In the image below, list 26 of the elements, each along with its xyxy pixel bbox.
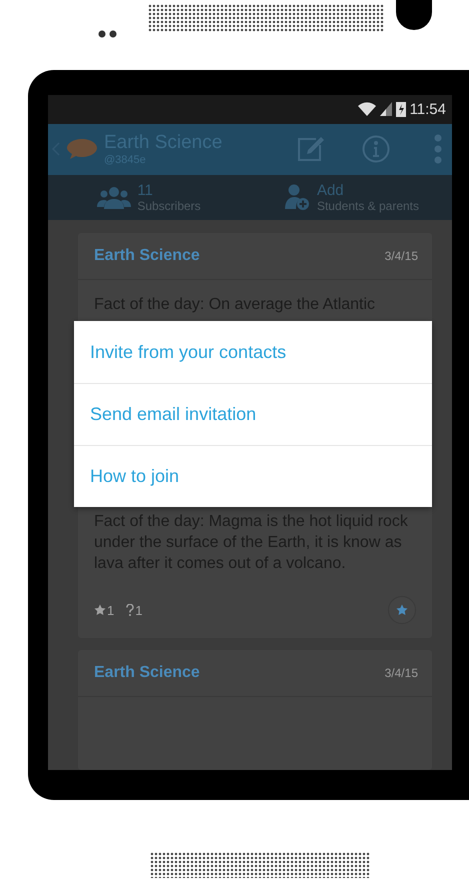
speech-bubble-icon: [66, 137, 98, 162]
add-person-icon: [282, 183, 311, 212]
edit-icon[interactable]: [296, 135, 324, 164]
question-count: 1: [135, 602, 142, 618]
signal-icon: [380, 102, 392, 116]
post-date: 3/4/15: [384, 249, 418, 263]
post-title: Earth Science: [94, 664, 200, 682]
star-icon: [396, 604, 408, 616]
post-title: Earth Science: [94, 247, 200, 265]
post-date: 3/4/15: [384, 666, 418, 680]
menu-item[interactable]: Invite from your contacts: [74, 321, 432, 383]
tab-value: Add: [316, 182, 345, 199]
sensor-icon: [98, 30, 118, 38]
battery-icon: [396, 101, 406, 118]
star-count: 1: [107, 602, 114, 618]
menu-item[interactable]: Send email invitation: [74, 383, 432, 445]
info-icon[interactable]: [362, 135, 390, 164]
more-icon[interactable]: [434, 134, 442, 164]
star-button[interactable]: [388, 596, 416, 624]
people-icon: [97, 185, 132, 210]
tab-value: 11: [137, 182, 154, 199]
wifi-icon: [358, 102, 376, 116]
menu-item[interactable]: How to join: [74, 445, 432, 507]
question-mark-icon: [126, 604, 134, 616]
star-icon: [94, 604, 106, 616]
clock-time: 11:54: [410, 100, 446, 118]
